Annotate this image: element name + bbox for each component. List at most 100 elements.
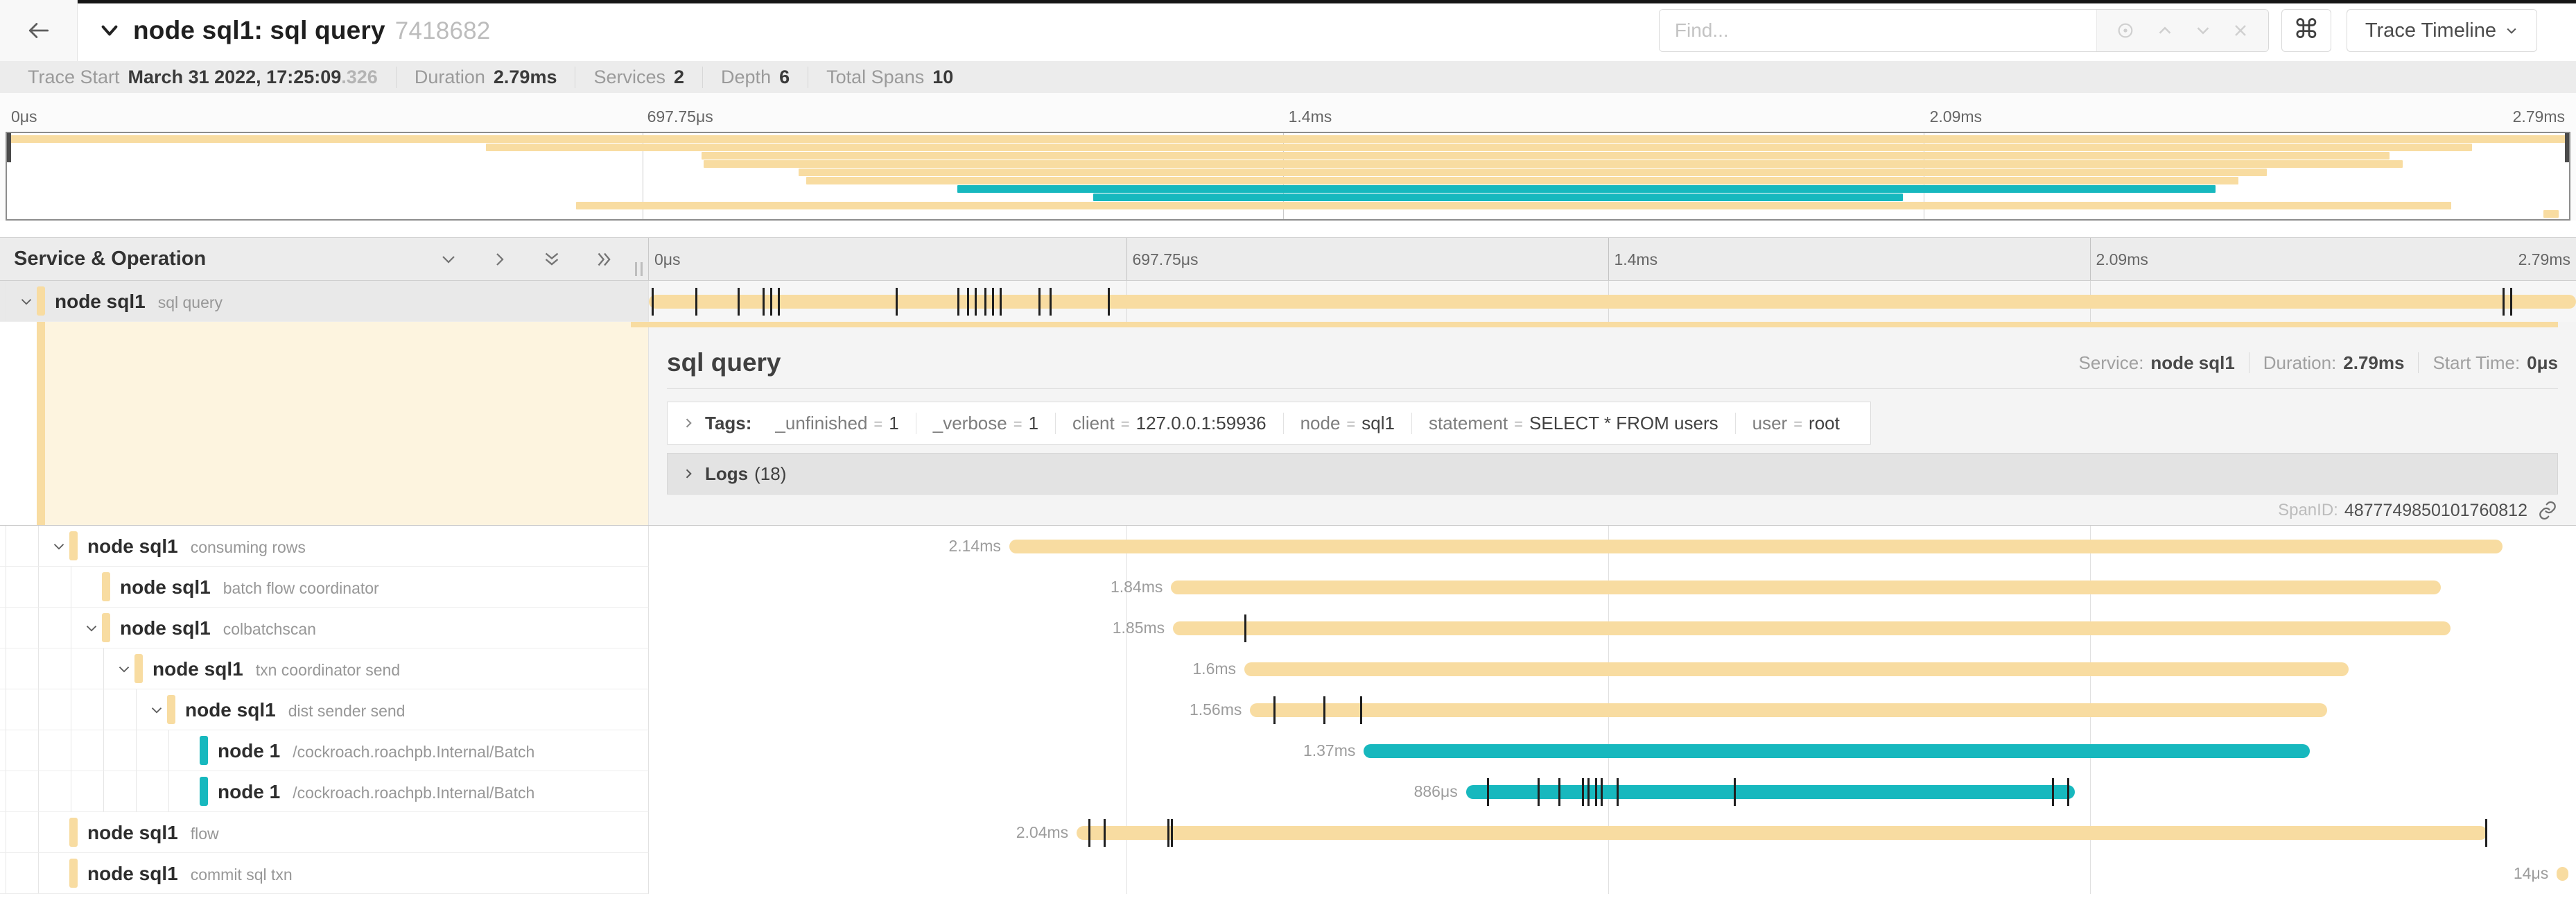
collapse-trace-chevron-down-icon[interactable] <box>98 19 121 42</box>
span-log-marker[interactable] <box>2052 778 2054 806</box>
span-row[interactable]: node 1/cockroach.roachpb.Internal/Batch1… <box>0 730 2576 771</box>
trace-view-selector-button[interactable]: Trace Timeline <box>2347 9 2537 52</box>
span-log-marker[interactable] <box>1171 819 1173 847</box>
span-tree-item[interactable]: node sql1txn coordinator send <box>0 648 649 689</box>
span-tree-item[interactable]: node sql1commit sql txn <box>0 853 649 894</box>
span-bar[interactable] <box>1077 826 2487 840</box>
span-tree-item[interactable]: node sql1dist sender send <box>0 689 649 730</box>
keyboard-shortcuts-button[interactable]: ⌘ <box>2281 9 2331 52</box>
minimap-canvas[interactable] <box>6 132 2570 221</box>
tree-chevron-down-icon[interactable] <box>82 619 101 637</box>
span-log-marker[interactable] <box>695 288 697 316</box>
span-bar[interactable] <box>1173 621 2451 635</box>
span-timeline-cell[interactable]: 1.56ms <box>649 689 2576 730</box>
minimap-left-drag-handle[interactable] <box>7 133 11 162</box>
span-log-marker[interactable] <box>1587 778 1590 806</box>
span-tree-item[interactable]: node sql1flow <box>0 812 649 853</box>
span-row[interactable]: node sql1consuming rows2.14ms <box>0 526 2576 567</box>
find-input[interactable] <box>1660 10 2096 51</box>
tree-chevron-down-icon[interactable] <box>115 660 133 678</box>
span-timeline-cell[interactable]: 2.14ms <box>649 526 2576 567</box>
tree-chevron-down-icon[interactable] <box>17 293 35 311</box>
logs-accordion[interactable]: Logs (18) <box>667 453 2558 495</box>
span-row[interactable]: node sql1colbatchscan1.85ms <box>0 608 2576 648</box>
span-tree-item[interactable]: node 1/cockroach.roachpb.Internal/Batch <box>0 771 649 812</box>
minimap-right-drag-handle[interactable] <box>2565 133 2569 162</box>
span-log-marker[interactable] <box>2067 778 2069 806</box>
span-log-marker[interactable] <box>763 288 765 316</box>
back-button[interactable] <box>0 0 78 61</box>
deep-link-icon[interactable] <box>2537 500 2558 521</box>
span-row[interactable]: node sql1txn coordinator send1.6ms <box>0 648 2576 689</box>
span-log-marker[interactable] <box>778 288 780 316</box>
span-log-marker[interactable] <box>1558 778 1560 806</box>
span-log-marker[interactable] <box>984 288 986 316</box>
span-log-marker[interactable] <box>1038 288 1041 316</box>
span-row[interactable]: node sql1dist sender send1.56ms <box>0 689 2576 730</box>
span-log-marker[interactable] <box>1538 778 1540 806</box>
span-log-marker[interactable] <box>957 288 959 316</box>
span-log-marker[interactable] <box>1050 288 1052 316</box>
collapse-one-chevron-down-icon[interactable] <box>437 248 460 270</box>
span-log-marker[interactable] <box>2503 288 2505 316</box>
span-bar[interactable] <box>1171 580 2441 594</box>
collapse-all-double-chevron-down-icon[interactable] <box>540 248 564 271</box>
span-log-marker[interactable] <box>652 288 654 316</box>
tree-chevron-down-icon[interactable] <box>148 701 166 719</box>
span-log-marker[interactable] <box>2510 288 2512 316</box>
find-next-chevron-down-icon[interactable] <box>2193 20 2213 41</box>
find-prev-chevron-up-icon[interactable] <box>2155 20 2175 41</box>
column-resizer-grip[interactable] <box>635 262 643 276</box>
expand-one-chevron-right-icon[interactable] <box>489 248 511 270</box>
span-tree-item[interactable]: node 1/cockroach.roachpb.Internal/Batch <box>0 730 649 771</box>
span-log-marker[interactable] <box>1360 696 1362 724</box>
span-tree-item[interactable]: node sql1sql query <box>0 281 649 322</box>
span-row[interactable]: node sql1commit sql txn14μs <box>0 853 2576 894</box>
find-clear-x-icon[interactable] <box>2231 21 2250 40</box>
span-timeline-cell[interactable]: 14μs <box>649 853 2576 894</box>
span-bar[interactable] <box>649 295 2576 309</box>
span-log-marker[interactable] <box>967 288 969 316</box>
span-log-marker[interactable] <box>1487 778 1489 806</box>
span-log-marker[interactable] <box>1167 819 1169 847</box>
span-tree-item[interactable]: node sql1consuming rows <box>0 526 649 567</box>
span-log-marker[interactable] <box>1108 288 1110 316</box>
expand-all-double-chevron-right-icon[interactable] <box>593 248 616 271</box>
span-row[interactable]: node sql1batch flow coordinator1.84ms <box>0 567 2576 608</box>
span-log-marker[interactable] <box>896 288 898 316</box>
span-log-marker[interactable] <box>770 288 772 316</box>
span-timeline-cell[interactable]: 1.6ms <box>649 648 2576 689</box>
span-timeline-cell[interactable]: 2.04ms <box>649 812 2576 853</box>
span-log-marker[interactable] <box>2485 819 2487 847</box>
span-timeline-cell[interactable]: 1.85ms <box>649 608 2576 648</box>
span-bar[interactable] <box>1250 703 2327 717</box>
span-timeline-cell[interactable] <box>649 281 2576 322</box>
span-log-marker[interactable] <box>1617 778 1619 806</box>
span-log-marker[interactable] <box>1104 819 1106 847</box>
span-log-marker[interactable] <box>1000 288 1002 316</box>
tree-chevron-down-icon[interactable] <box>50 538 68 556</box>
span-bar[interactable] <box>1009 540 2503 553</box>
span-bar[interactable] <box>1244 662 2349 676</box>
span-timeline-cell[interactable]: 1.37ms <box>649 730 2576 771</box>
span-row[interactable]: node sql1flow2.04ms <box>0 812 2576 853</box>
span-log-marker[interactable] <box>1582 778 1584 806</box>
span-log-marker[interactable] <box>1088 819 1090 847</box>
span-log-marker[interactable] <box>1323 696 1325 724</box>
span-log-marker[interactable] <box>1273 696 1276 724</box>
span-bar[interactable] <box>2557 867 2568 881</box>
span-log-marker[interactable] <box>1734 778 1736 806</box>
span-row[interactable]: node 1/cockroach.roachpb.Internal/Batch8… <box>0 771 2576 812</box>
span-log-marker[interactable] <box>1244 614 1246 642</box>
span-log-marker[interactable] <box>992 288 994 316</box>
span-tree-item[interactable]: node sql1colbatchscan <box>0 608 649 648</box>
span-bar[interactable] <box>1466 785 2075 799</box>
span-timeline-cell[interactable]: 886μs <box>649 771 2576 812</box>
tags-accordion[interactable]: Tags: _unfinished=1_verbose=1client=127.… <box>667 402 1871 445</box>
span-log-marker[interactable] <box>975 288 977 316</box>
span-bar[interactable] <box>1364 744 2310 758</box>
span-log-marker[interactable] <box>1595 778 1597 806</box>
span-timeline-cell[interactable]: 1.84ms <box>649 567 2576 608</box>
span-row[interactable]: node sql1sql query <box>0 281 2576 322</box>
span-log-marker[interactable] <box>738 288 740 316</box>
